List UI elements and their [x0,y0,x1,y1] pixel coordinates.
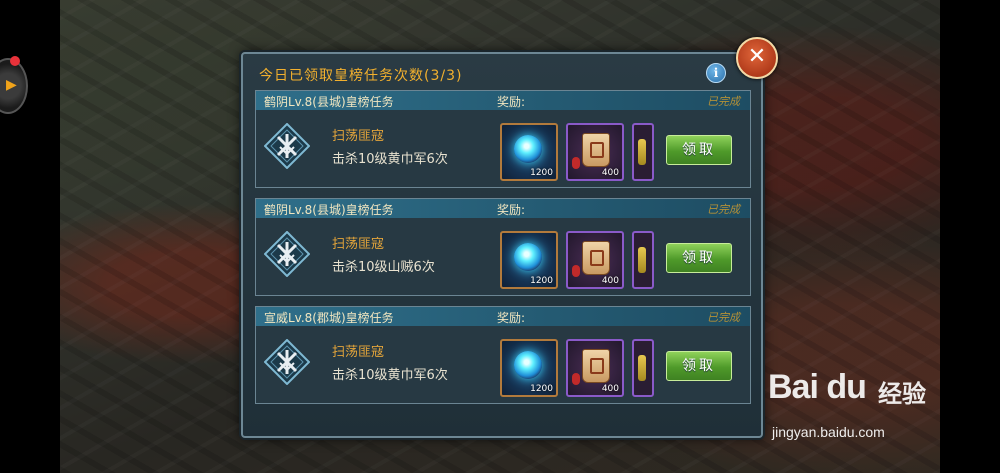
task-title: 扫荡匪寇 [332,345,385,360]
command-token-icon [582,133,610,167]
info-icon[interactable]: i [706,63,726,83]
reward-count: 1200 [530,384,553,394]
baidu-watermark: Bai du 经验 jingyan.baidu.com [768,360,948,460]
reward-count: 1200 [530,276,553,286]
status-badge: 已完成 [707,95,740,108]
reward-count: 1200 [530,168,553,178]
command-token-icon [582,349,610,383]
chevron-right-icon: ▶ [6,77,17,93]
task-description: 击杀10级黄巾军6次 [332,368,448,383]
task-title: 扫荡匪寇 [332,129,385,144]
spirit-orb-icon [514,351,542,379]
task-name: 鹤阴Lv.8(县城)皇榜任务 [264,95,394,109]
reward-slot-command-token[interactable]: 400 [566,339,624,397]
reward-label: 奖励: [497,95,526,109]
bounty-task-dialog: 今日已领取皇榜任务次数(3/3) i ✕ 鹤阴Lv.8(县城)皇榜任务 奖励: … [241,37,778,438]
reward-label: 奖励: [497,311,526,325]
task-header: 鹤阴Lv.8(县城)皇榜任务 奖励: 已完成 [256,91,750,110]
spirit-orb-icon [514,135,542,163]
crossed-swords-emblem-icon [264,231,310,277]
reward-slot-command-token[interactable]: 400 [566,123,624,181]
watermark-url: jingyan.baidu.com [772,424,885,440]
reward-slot-spirit-orb[interactable]: 1200 [500,123,558,181]
key-icon [638,355,646,381]
tassel-icon [572,373,580,385]
reward-slot-key[interactable] [632,231,654,289]
watermark-logo: Bai du [768,368,867,406]
key-icon [638,139,646,165]
task-card: 鹤阴Lv.8(县城)皇榜任务 奖励: 已完成 扫荡匪寇 击杀10级黄巾军6次 1… [255,90,751,188]
dialog-title: 今日已领取皇榜任务次数(3/3) [259,68,463,84]
close-icon: ✕ [747,44,767,69]
task-name: 宣威Lv.8(郡城)皇榜任务 [264,311,394,325]
status-badge: 已完成 [707,203,740,216]
close-button[interactable]: ✕ [736,37,778,79]
spirit-orb-icon [514,243,542,271]
task-description: 击杀10级黄巾军6次 [332,152,448,167]
crossed-swords-emblem-icon [264,123,310,169]
reward-slot-spirit-orb[interactable]: 1200 [500,231,558,289]
crossed-swords-emblem-icon [264,339,310,385]
watermark-text: 经验 [878,380,926,408]
reward-count: 400 [601,276,619,286]
reward-slot-spirit-orb[interactable]: 1200 [500,339,558,397]
task-title: 扫荡匪寇 [332,237,385,252]
reward-count: 400 [601,168,619,178]
task-card: 宣威Lv.8(郡城)皇榜任务 奖励: 已完成 扫荡匪寇 击杀10级黄巾军6次 1… [255,306,751,404]
notification-dot [10,56,20,66]
claim-button[interactable]: 领取 [666,351,732,381]
tassel-icon [572,265,580,277]
task-name: 鹤阴Lv.8(县城)皇榜任务 [264,203,394,217]
side-expand-button[interactable]: ▶ [0,58,28,114]
reward-slot-command-token[interactable]: 400 [566,231,624,289]
task-description: 击杀10级山贼6次 [332,260,435,275]
reward-label: 奖励: [497,203,526,217]
reward-count: 400 [601,384,619,394]
key-icon [638,247,646,273]
task-card: 鹤阴Lv.8(县城)皇榜任务 奖励: 已完成 扫荡匪寇 击杀10级山贼6次 12… [255,198,751,296]
task-header: 鹤阴Lv.8(县城)皇榜任务 奖励: 已完成 [256,199,750,218]
status-badge: 已完成 [707,311,740,324]
reward-slot-key[interactable] [632,123,654,181]
command-token-icon [582,241,610,275]
claim-button[interactable]: 领取 [666,243,732,273]
task-header: 宣威Lv.8(郡城)皇榜任务 奖励: 已完成 [256,307,750,326]
reward-slot-key[interactable] [632,339,654,397]
tassel-icon [572,157,580,169]
claim-button[interactable]: 领取 [666,135,732,165]
